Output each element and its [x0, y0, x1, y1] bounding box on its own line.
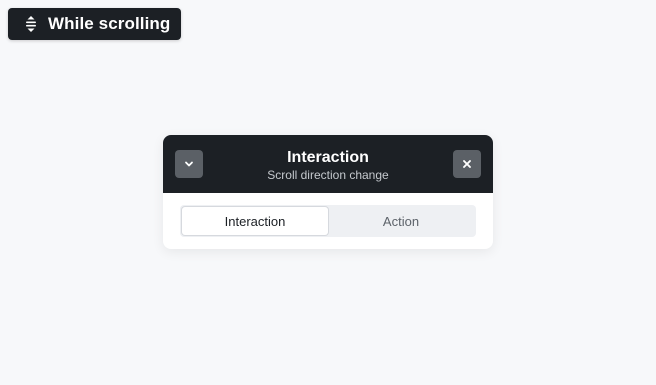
panel-header: Interaction Scroll direction change [163, 135, 493, 193]
canvas: While scrolling Interaction Scroll direc… [0, 0, 656, 385]
trigger-label: While scrolling [48, 14, 171, 33]
trigger-badge[interactable]: While scrolling [8, 8, 181, 40]
panel-subtitle: Scroll direction change [267, 167, 389, 182]
tab-action[interactable]: Action [328, 207, 474, 235]
tab-bar: Interaction Action [180, 205, 476, 237]
interaction-panel: Interaction Scroll direction change Inte… [163, 135, 493, 249]
collapse-button[interactable] [175, 150, 203, 178]
tab-interaction[interactable]: Interaction [182, 207, 328, 235]
close-icon [461, 158, 473, 170]
chevron-down-icon [183, 158, 195, 170]
close-button[interactable] [453, 150, 481, 178]
scroll-direction-icon [24, 15, 38, 33]
panel-body: Interaction Action [163, 193, 493, 237]
panel-title: Interaction [287, 148, 369, 166]
